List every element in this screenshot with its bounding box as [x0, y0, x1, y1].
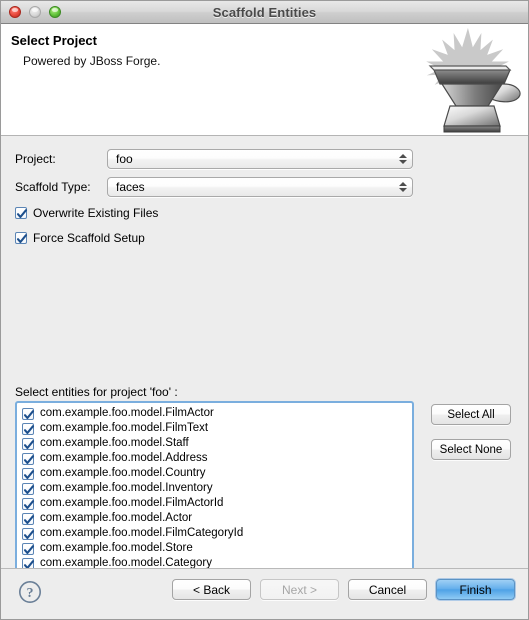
force-scaffold-setup-checkbox[interactable]: Force Scaffold Setup	[15, 231, 145, 245]
svg-text:?: ?	[27, 586, 34, 601]
checkmark-icon	[22, 512, 35, 525]
scaffold-type-select[interactable]: faces	[107, 177, 413, 197]
select-none-button[interactable]: Select None	[431, 439, 511, 460]
page-subtitle: Powered by JBoss Forge.	[23, 54, 161, 68]
entity-list-item-label: com.example.foo.model.Country	[40, 467, 206, 479]
help-icon[interactable]: ?	[18, 580, 42, 604]
entity-list-item-label: com.example.foo.model.FilmActor	[40, 407, 214, 419]
stepper-arrows-icon	[394, 150, 412, 168]
entity-list-item-label: com.example.foo.model.Actor	[40, 512, 193, 524]
scaffold-type-label: Scaffold Type:	[15, 180, 91, 194]
window-title: Scaffold Entities	[212, 4, 317, 20]
scaffold-type-select-value: faces	[116, 180, 145, 194]
entity-list-item[interactable]: com.example.foo.model.FilmActor	[17, 406, 412, 421]
entity-list-item[interactable]: com.example.foo.model.Inventory	[17, 481, 412, 496]
anvil-icon	[423, 24, 521, 133]
checkmark-icon	[22, 467, 35, 480]
entity-list-item[interactable]: com.example.foo.model.Address	[17, 451, 412, 466]
checkmark-icon	[22, 452, 35, 465]
stepper-arrows-icon	[394, 178, 412, 196]
finish-button[interactable]: Finish	[436, 579, 515, 600]
scaffold-type-field-row: Scaffold Type: faces	[1, 177, 528, 197]
close-button[interactable]	[9, 6, 21, 18]
dialog-body: Project: foo Scaffold Type: faces Overwr…	[1, 136, 528, 619]
entity-list-item[interactable]: com.example.foo.model.Country	[17, 466, 412, 481]
entity-list-item-label: com.example.foo.model.FilmCategoryId	[40, 527, 244, 539]
entity-list-item-label: com.example.foo.model.FilmActorId	[40, 497, 224, 509]
entity-list-item-label: com.example.foo.model.Address	[40, 452, 208, 464]
window-controls	[9, 1, 61, 23]
overwrite-existing-files-checkbox[interactable]: Overwrite Existing Files	[15, 206, 158, 220]
checkmark-icon	[22, 542, 35, 555]
force-scaffold-setup-label: Force Scaffold Setup	[33, 231, 145, 245]
cancel-button[interactable]: Cancel	[348, 579, 427, 600]
next-button: Next >	[260, 579, 339, 600]
checkmark-icon	[22, 422, 35, 435]
project-select[interactable]: foo	[107, 149, 413, 169]
dialog-footer: ? < Back Next > Cancel Finish	[1, 568, 528, 619]
checkmark-icon	[15, 207, 28, 219]
page-title: Select Project	[11, 33, 97, 48]
select-all-button[interactable]: Select All	[431, 404, 511, 425]
entity-list-item[interactable]: com.example.foo.model.FilmCategoryId	[17, 526, 412, 541]
footer-button-group: < Back Next > Cancel Finish	[172, 579, 515, 600]
entity-list-item[interactable]: com.example.foo.model.FilmActorId	[17, 496, 412, 511]
window-titlebar: Scaffold Entities	[1, 1, 528, 24]
entity-list-item[interactable]: com.example.foo.model.FilmText	[17, 421, 412, 436]
project-field-row: Project: foo	[1, 149, 528, 169]
entity-list-item-label: com.example.foo.model.Store	[40, 542, 193, 554]
checkmark-icon	[22, 497, 35, 510]
entity-list-item[interactable]: com.example.foo.model.Store	[17, 541, 412, 556]
entities-caption: Select entities for project 'foo' :	[15, 385, 178, 399]
zoom-button[interactable]	[49, 6, 61, 18]
project-label: Project:	[15, 152, 56, 166]
entity-list-item-label: com.example.foo.model.Staff	[40, 437, 189, 449]
scaffold-entities-dialog: Scaffold Entities Select Project Powered…	[0, 0, 529, 620]
entity-list-item[interactable]: com.example.foo.model.Actor	[17, 511, 412, 526]
checkmark-icon	[22, 527, 35, 540]
entity-list-item[interactable]: com.example.foo.model.Staff	[17, 436, 412, 451]
dialog-header: Select Project Powered by JBoss Forge.	[1, 24, 528, 136]
minimize-button[interactable]	[29, 6, 41, 18]
entity-list-item-label: com.example.foo.model.Inventory	[40, 482, 213, 494]
entity-list-item-label: com.example.foo.model.FilmText	[40, 422, 209, 434]
checkmark-icon	[22, 437, 35, 450]
checkmark-icon	[15, 232, 28, 244]
back-button[interactable]: < Back	[172, 579, 251, 600]
checkmark-icon	[22, 482, 35, 495]
overwrite-existing-files-label: Overwrite Existing Files	[33, 206, 159, 220]
checkmark-icon	[22, 407, 35, 420]
project-select-value: foo	[116, 152, 133, 166]
